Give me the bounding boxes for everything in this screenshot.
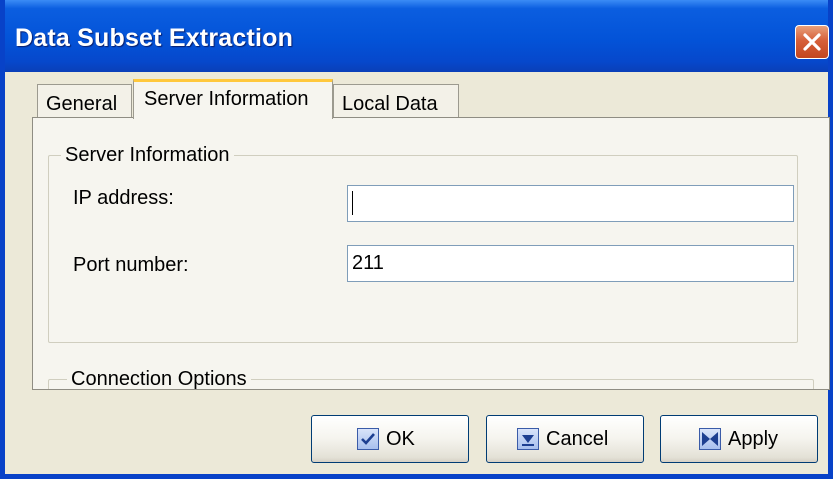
tab-local-data[interactable]: Local Data [333,84,459,117]
tab-general[interactable]: General [37,84,132,117]
check-icon [357,428,379,450]
window-title: Data Subset Extraction [15,24,294,52]
tab-local-data-label: Local Data [342,93,438,115]
port-number-label: Port number: [73,254,189,276]
ip-address-wrapper [347,185,794,222]
server-information-legend: Server Information [61,144,234,167]
ip-address-label: IP address: [73,187,174,209]
dialog-window: Data Subset Extraction General Server In… [0,0,833,479]
text-caret [352,191,353,215]
apply-icon [699,428,721,450]
cancel-button-label: Cancel [546,428,609,450]
cancel-icon [517,428,539,450]
tab-server-information[interactable]: Server Information [133,79,333,119]
tab-server-information-label: Server Information [144,88,309,110]
ok-button[interactable]: OK [311,415,469,463]
apply-button-label: Apply [728,428,779,450]
ip-address-input[interactable] [347,185,794,222]
ok-button-label: OK [386,428,415,450]
tab-panel: Server Information IP address: Port numb… [32,117,830,390]
title-bar[interactable]: Data Subset Extraction [5,0,829,72]
close-button[interactable] [795,25,829,59]
close-icon [803,33,821,51]
cancel-button[interactable]: Cancel [486,415,644,463]
connection-options-legend: Connection Options [67,368,251,389]
tab-general-label: General [46,93,118,115]
apply-button[interactable]: Apply [660,415,818,463]
port-number-input[interactable] [347,245,794,282]
